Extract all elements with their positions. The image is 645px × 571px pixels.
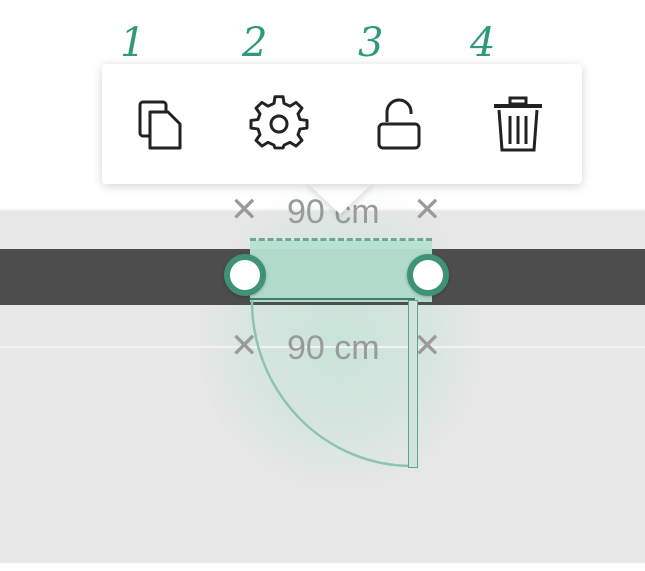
annotation-2: 2 [242,20,268,66]
inner-dimension-start-mark: ✕ [230,326,259,366]
lock-toggle-button[interactable] [361,86,437,162]
duplicate-button[interactable] [122,86,198,162]
trash-icon [494,96,542,152]
gear-icon [249,95,309,150]
annotation-3: 3 [358,20,384,66]
dimension-start-mark: ✕ [230,190,259,230]
door-resize-handle-left[interactable] [224,254,266,296]
dimension-end-mark: ✕ [413,190,442,230]
inner-dimension-end-mark: ✕ [413,326,442,366]
door-resize-handle-right[interactable] [407,254,449,296]
annotation-4: 4 [470,20,496,66]
copy-icon [138,100,182,150]
annotation-1: 1 [120,20,146,66]
settings-button[interactable] [241,86,317,162]
unlock-icon [377,98,421,150]
context-toolbar [102,64,582,184]
delete-button[interactable] [480,86,556,162]
toolbar-pointer [306,182,374,214]
inner-dimension-label: 90 cm [287,329,380,367]
